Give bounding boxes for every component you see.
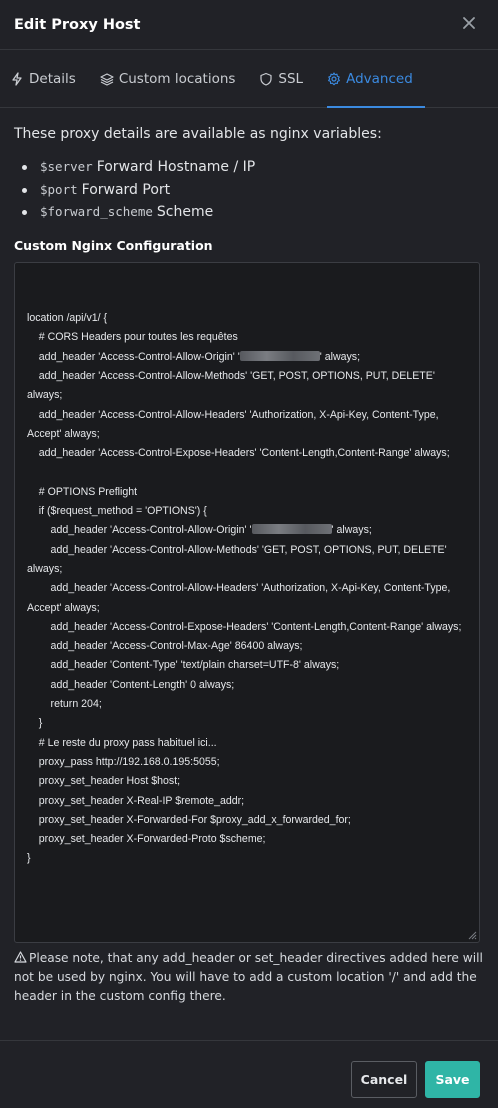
- tab-label: Details: [29, 70, 76, 87]
- list-item: $port Forward Port: [22, 179, 484, 202]
- config-line: # OPTIONS Preflight: [27, 485, 138, 498]
- tab-label: Advanced: [346, 70, 413, 87]
- variable-name: $forward_scheme: [40, 204, 153, 219]
- tab-label: Custom locations: [118, 70, 236, 87]
- config-line: add_header 'Access-Control-Allow-Origin'…: [27, 524, 372, 537]
- config-line: add_header 'Content-Length' 0 always;: [27, 678, 235, 691]
- dialog-header: Edit Proxy Host: [0, 0, 498, 50]
- config-line: add_header 'Access-Control-Allow-Origin'…: [27, 350, 361, 363]
- redacted-value: [251, 524, 332, 535]
- warning-icon: [14, 950, 27, 963]
- config-line: add_header 'Access-Control-Allow-Headers…: [27, 408, 441, 440]
- config-line: add_header 'Access-Control-Expose-Header…: [27, 620, 462, 633]
- variable-desc: Scheme: [156, 204, 214, 220]
- dialog-title: Edit Proxy Host: [14, 16, 141, 33]
- edit-proxy-host-dialog: Edit Proxy Host Details Custom locations…: [0, 0, 498, 1108]
- shield-icon: [259, 72, 273, 86]
- config-line: proxy_set_header Host $host;: [27, 775, 181, 788]
- bolt-icon: [10, 71, 24, 86]
- config-line: return 204;: [27, 698, 102, 711]
- dialog-footer: Cancel Save: [0, 1040, 498, 1108]
- config-line: add_header 'Access-Control-Expose-Header…: [27, 447, 450, 460]
- tab-details[interactable]: Details: [10, 50, 88, 107]
- variables-list: $server Forward Hostname / IP $port Forwar…: [14, 156, 484, 224]
- tab-custom-locations[interactable]: Custom locations: [100, 50, 248, 107]
- variable-name: $server: [40, 159, 93, 174]
- close-icon[interactable]: [462, 14, 476, 32]
- list-item: $server Forward Hostname / IP: [22, 156, 484, 179]
- config-line: location /api/v1/ {: [27, 312, 108, 325]
- config-line: # CORS Headers pour toutes les requêtes: [27, 331, 238, 344]
- tab-advanced[interactable]: Advanced: [327, 50, 425, 108]
- nginx-config-textarea[interactable]: location /api/v1/ { # CORS Headers pour …: [14, 261, 480, 943]
- layers-icon: [100, 72, 114, 86]
- variable-name: $port: [40, 181, 78, 197]
- config-line: [27, 463, 467, 482]
- save-button[interactable]: Save: [425, 1061, 480, 1098]
- config-line: # Le reste du proxy pass habituel ici...: [27, 736, 217, 749]
- warning-note: Please note, that any add_header or set_…: [14, 949, 484, 1006]
- config-line: }: [27, 717, 43, 730]
- list-item: $forward_scheme Scheme: [22, 201, 484, 224]
- redacted-value: [239, 350, 320, 361]
- config-line: proxy_set_header X-Real-IP $remote_addr;: [27, 794, 245, 807]
- tab-label: SSL: [278, 70, 304, 87]
- cancel-button[interactable]: Cancel: [351, 1061, 417, 1098]
- config-line: proxy_set_header X-Forwarded-For $proxy_…: [27, 813, 351, 826]
- variable-desc: Forward Hostname / IP: [96, 159, 256, 175]
- config-line: add_header 'Content-Type' 'text/plain ch…: [27, 659, 340, 672]
- config-line: proxy_set_header X-Forwarded-Proto $sche…: [27, 833, 266, 846]
- advanced-panel: These proxy details are available as ngi…: [0, 108, 498, 1006]
- config-line: add_header 'Access-Control-Allow-Methods…: [27, 369, 438, 402]
- config-line: add_header 'Access-Control-Max-Age' 8640…: [27, 640, 303, 653]
- note-text: Please note, that any add_header or set_…: [14, 950, 483, 1003]
- config-label: Custom Nginx Configuration: [14, 237, 213, 253]
- config-line: add_header 'Access-Control-Allow-Headers…: [27, 582, 453, 614]
- resize-handle-icon[interactable]: [467, 930, 477, 940]
- tab-ssl[interactable]: SSL: [259, 50, 315, 107]
- variable-desc: Forward Port: [81, 181, 171, 198]
- config-line: }: [27, 852, 31, 865]
- config-line: proxy_pass http://192.168.0.195:5055;: [27, 755, 220, 768]
- variables-intro: These proxy details are available as ngi…: [14, 126, 382, 142]
- tab-bar: Details Custom locations SSL Advanced: [0, 50, 498, 108]
- config-line: if ($request_method = 'OPTIONS') {: [27, 505, 207, 518]
- config-line: add_header 'Access-Control-Allow-Methods…: [27, 543, 450, 575]
- gear-icon: [327, 71, 341, 86]
